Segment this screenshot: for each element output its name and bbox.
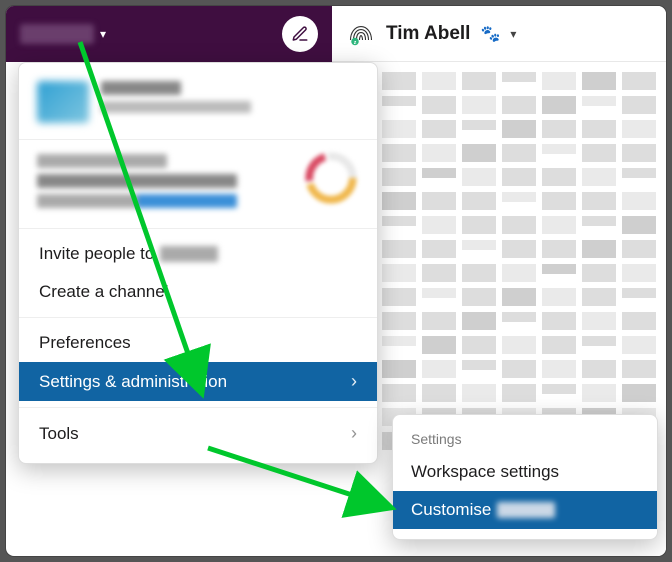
submenu-item-label: Workspace settings bbox=[411, 462, 559, 482]
settings-submenu: Settings Workspace settings Customise bbox=[392, 414, 658, 540]
submenu-item-workspace-settings[interactable]: Workspace settings bbox=[393, 453, 657, 491]
paw-icon: 🐾 bbox=[480, 24, 500, 44]
menu-item-label: Preferences bbox=[39, 333, 131, 353]
menu-item-label: Create a channel bbox=[39, 282, 168, 302]
app-frame: ▾ z Tim Abell 🐾 ▾ bbox=[6, 6, 666, 556]
menu-info-section bbox=[19, 139, 377, 222]
submenu-heading: Settings bbox=[393, 425, 657, 453]
workspace-name-redacted bbox=[20, 24, 94, 44]
chevron-right-icon: › bbox=[351, 423, 357, 444]
menu-item-create-channel[interactable]: Create a channel bbox=[19, 273, 377, 311]
compose-button[interactable] bbox=[282, 16, 318, 52]
channel-title: Tim Abell bbox=[386, 23, 470, 45]
redacted-text bbox=[101, 101, 251, 113]
submenu-item-label: Customise bbox=[411, 500, 491, 520]
chevron-right-icon: › bbox=[351, 371, 357, 392]
progress-ring-icon bbox=[303, 150, 359, 206]
sidebar-header: ▾ bbox=[6, 6, 332, 62]
submenu-item-customise[interactable]: Customise bbox=[393, 491, 657, 529]
menu-items: Invite people to Create a channel Prefer… bbox=[19, 235, 377, 463]
chevron-down-icon: ▾ bbox=[100, 27, 106, 41]
redacted-text bbox=[497, 502, 555, 518]
svg-text:z: z bbox=[354, 39, 357, 45]
redacted-text bbox=[37, 154, 167, 168]
menu-item-invite[interactable]: Invite people to bbox=[19, 235, 377, 273]
menu-item-label: Tools bbox=[39, 424, 79, 444]
compose-icon bbox=[291, 25, 309, 43]
blurred-content bbox=[342, 72, 656, 450]
redacted-text bbox=[101, 81, 181, 95]
menu-item-settings-admin[interactable]: Settings & administration › bbox=[19, 362, 377, 401]
chevron-down-icon[interactable]: ▾ bbox=[510, 27, 516, 41]
menu-item-preferences[interactable]: Preferences bbox=[19, 324, 377, 362]
channel-header: z Tim Abell 🐾 ▾ bbox=[332, 6, 666, 62]
menu-item-label: Settings & administration bbox=[39, 372, 227, 392]
redacted-text bbox=[160, 246, 218, 262]
workspace-menu: Invite people to Create a channel Prefer… bbox=[18, 62, 378, 464]
menu-item-tools[interactable]: Tools › bbox=[19, 414, 377, 453]
avatar-icon: z bbox=[346, 19, 376, 49]
redacted-text bbox=[37, 174, 237, 188]
menu-item-label: Invite people to bbox=[39, 244, 154, 264]
workspace-avatar-redacted bbox=[37, 81, 89, 123]
redacted-text bbox=[37, 194, 237, 208]
menu-header bbox=[19, 77, 377, 139]
workspace-switcher[interactable]: ▾ bbox=[20, 24, 106, 44]
